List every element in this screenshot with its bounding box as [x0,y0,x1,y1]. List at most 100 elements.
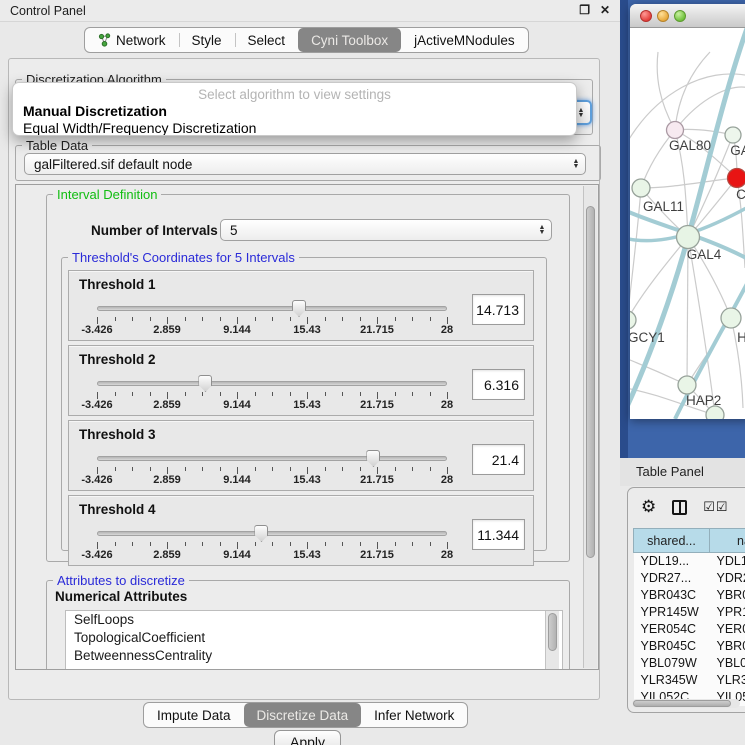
attribute-list-item[interactable]: SelfLoops [66,611,562,629]
control-panel-titlebar: Control Panel ❐ ✕ [0,0,620,22]
table-data-group: Table Data galFiltered.sif default node … [15,145,601,181]
mac-minimize-icon[interactable] [657,10,669,22]
settings-scrollpane: Interval Definition Number of Intervals … [15,184,599,670]
combo-stepper-icon: ▲▼ [537,225,551,235]
tab-infer-network[interactable]: Infer Network [361,703,467,727]
dropdown-placeholder-option[interactable]: Select algorithm to view settings [13,83,576,102]
table-horizontal-scrollbar[interactable] [632,699,740,708]
threshold-label: Threshold 4 [79,502,156,517]
numerical-attributes-list[interactable]: SelfLoopsTopologicalCoefficientBetweenne… [65,610,563,670]
column-header-shared-name[interactable]: shared... [634,529,710,553]
threshold-row: Threshold 4-3.4262.8599.14415.4321.71528… [68,495,534,566]
network-node[interactable] [678,376,696,394]
network-edge[interactable] [630,237,688,320]
table-row[interactable]: YER054CYER054C [634,621,745,638]
threshold-value-field[interactable]: 14.713 [472,294,525,325]
node-attribute-table[interactable]: shared... na YDL19...YDL19...YDR27...YDR… [633,528,745,706]
attributes-group-title: Attributes to discretize [53,573,189,588]
network-view-window[interactable]: GAL80GACGAL11GAL4GCY1HHAP2 [630,4,745,419]
network-window-titlebar[interactable] [630,4,745,28]
apply-button[interactable]: Apply [274,730,341,745]
network-node[interactable] [667,122,684,139]
table-data-group-title: Table Data [22,138,92,153]
network-edge[interactable] [657,52,675,130]
mac-zoom-icon[interactable] [674,10,686,22]
combo-stepper-icon: ▲▼ [571,159,585,169]
network-node[interactable] [721,308,741,328]
network-edge[interactable] [675,52,710,130]
algorithm-dropdown-popup: Select algorithm to view settings Manual… [12,82,577,136]
network-node[interactable] [677,226,700,249]
table-row[interactable]: YBL079WYBL079W [634,655,745,672]
threshold-value-field[interactable]: 11.344 [472,519,525,550]
slider-thumb[interactable] [366,450,380,467]
dropdown-option-equal-width-frequency[interactable]: Equal Width/Frequency Discretization [13,119,576,136]
select-columns-icon[interactable]: ☑☑ [703,499,728,515]
float-panel-icon[interactable]: ❐ [579,3,590,17]
table-row[interactable]: YDR27...YDR27... [634,570,745,587]
tab-impute-data[interactable]: Impute Data [144,703,244,727]
table-panel-title: Table Panel [636,464,704,479]
table-row[interactable]: YPR145WYPR145W [634,604,745,621]
network-edge[interactable] [641,178,737,188]
table-row[interactable]: YBR043CYBR043C [634,587,745,604]
network-node[interactable] [632,179,650,197]
thresholds-group: Threshold's Coordinates for 5 Intervals … [61,257,547,551]
attribute-list-item[interactable]: BetweennessCentrality [66,647,562,665]
slider-tick-labels: -3.4262.8599.14415.4321.71528 [97,399,447,411]
network-node-label: GCY1 [630,330,665,345]
threshold-value-field[interactable]: 21.4 [472,444,525,475]
cyni-toolbox-panel: Discretization Algorithm ▲▼ Table Data g… [8,58,600,700]
tab-discretize-data[interactable]: Discretize Data [244,703,362,727]
network-node-label: C [736,187,745,202]
network-node-label: H [737,330,745,345]
network-node[interactable] [728,169,745,188]
combo-stepper-icon: ▲▼ [576,108,590,118]
mac-close-icon[interactable] [640,10,652,22]
dropdown-option-manual-discretization[interactable]: Manual Discretization [13,102,576,119]
slider-tick-labels: -3.4262.8599.14415.4321.71528 [97,474,447,486]
network-node[interactable] [630,311,636,329]
threshold-slider[interactable] [97,454,447,464]
threshold-row: Threshold 3-3.4262.8599.14415.4321.71528… [68,420,534,491]
desktop-background-edge [620,0,628,458]
threshold-value-field[interactable]: 6.316 [472,369,525,400]
numerical-attributes-label: Numerical Attributes [55,589,187,604]
table-row[interactable]: YDL19...YDL19... [634,553,745,570]
threshold-row: Threshold 2-3.4262.8599.14415.4321.71528… [68,345,534,416]
column-header-name[interactable]: na [710,529,745,553]
table-toolbar: ⚙ ☑☑ [628,488,745,526]
tab-network[interactable]: Network [85,28,179,52]
close-panel-icon[interactable]: ✕ [600,3,610,17]
network-canvas[interactable]: GAL80GACGAL11GAL4GCY1HHAP2 [630,28,745,419]
attributes-group: Attributes to discretize Numerical Attri… [46,580,570,670]
slider-thumb[interactable] [292,300,306,317]
slider-thumb[interactable] [254,525,268,542]
network-edge[interactable] [675,87,745,130]
interval-definition-group: Interval Definition Number of Intervals … [46,194,570,562]
threshold-slider[interactable] [97,304,447,314]
threshold-slider[interactable] [97,529,447,539]
bottom-tab-bar: Impute Data Discretize Data Infer Networ… [143,702,468,728]
thresholds-group-title: Threshold's Coordinates for 5 Intervals [68,250,299,265]
slider-thumb[interactable] [198,375,212,392]
tab-cyni-toolbox[interactable]: Cyni Toolbox [298,28,401,52]
settings-scrollbar[interactable] [583,186,597,668]
threshold-slider[interactable] [97,379,447,389]
network-node[interactable] [725,127,741,143]
tab-select[interactable]: Select [235,28,299,52]
split-columns-icon[interactable] [672,500,687,515]
network-icon [98,33,111,47]
network-node[interactable] [706,406,724,419]
attribute-list-item[interactable]: TopologicalCoefficient [66,629,562,647]
table-row[interactable]: YLR345WYLR345W [634,672,745,689]
table-data-combobox[interactable]: galFiltered.sif default node ▲▼ [24,153,586,175]
table-row[interactable]: YBR045CYBR045C [634,638,745,655]
attributes-list-scrollbar[interactable] [545,611,559,670]
top-tab-bar: Network Style Select Cyni Toolbox jActiv… [84,27,529,53]
number-of-intervals-combobox[interactable]: 5 ▲▼ [220,219,552,241]
network-node-label: GAL4 [687,247,722,262]
tab-jactivemnodules[interactable]: jActiveMNodules [401,28,528,52]
tab-style[interactable]: Style [179,28,235,52]
gear-icon[interactable]: ⚙ [641,497,656,517]
